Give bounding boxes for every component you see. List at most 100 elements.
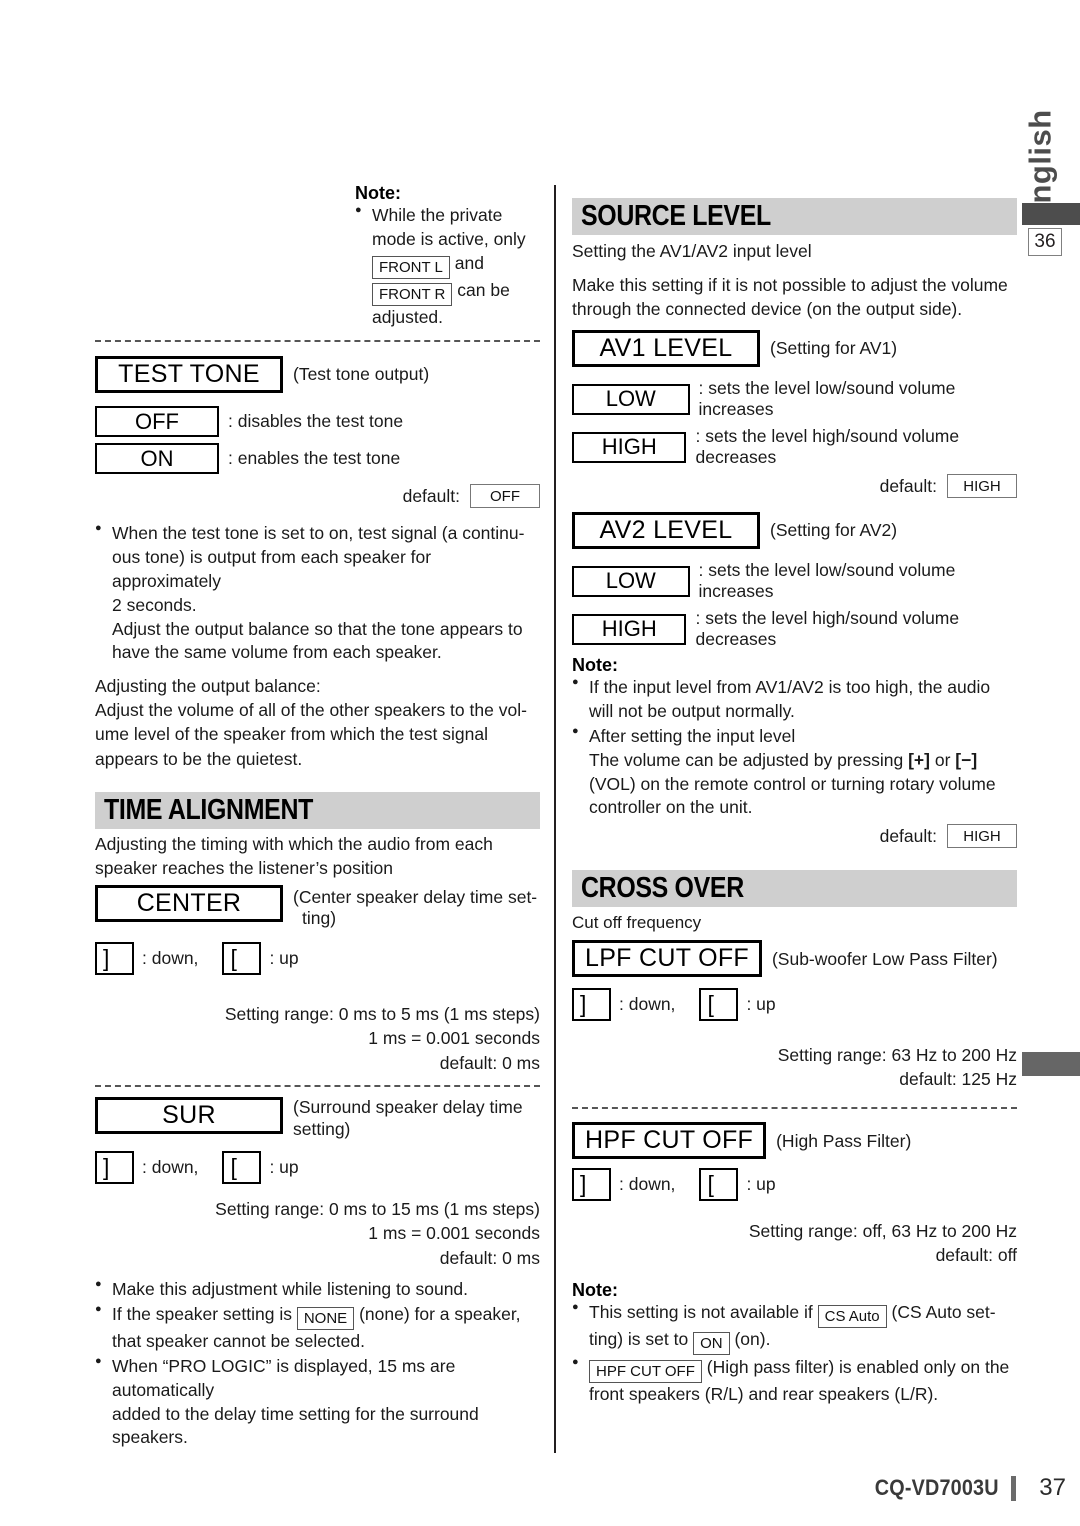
co-note-2-post: (High pass filter) is enabled only on th… (706, 1356, 1010, 1377)
sl-note-2-l1: After setting the input level (589, 726, 796, 747)
low-box[interactable]: LOW (572, 565, 690, 597)
test-tone-default-row: default: OFF (95, 484, 540, 509)
lpf-default: default: 125 Hz (899, 1069, 1017, 1090)
list-item: If the input level from AV1/AV2 is too h… (572, 675, 1017, 724)
sur-row: SUR (Surround speaker delay time setting… (95, 1097, 540, 1140)
divider-dashed-2 (95, 1085, 540, 1088)
divider-dashed-3 (572, 1106, 1017, 1109)
down-button-box[interactable]: ] (95, 1150, 134, 1184)
on-box[interactable]: ON (95, 443, 219, 475)
list-item: After setting the input level The volume… (572, 724, 1017, 820)
sur-box[interactable]: SUR (95, 1097, 283, 1135)
ta-intro-2: speaker reaches the listener’s position (95, 857, 393, 878)
hpf-caption: (High Pass Filter) (776, 1130, 912, 1151)
av1-level-box[interactable]: AV1 LEVEL (572, 330, 760, 368)
up-label: : up (269, 947, 299, 968)
front-r-box: FRONT R (372, 282, 453, 306)
av2-low-row: LOW : sets the level low/sound volume in… (572, 560, 1017, 602)
on-description: : enables the test tone (228, 448, 401, 469)
down-button-box[interactable]: ] (572, 1167, 611, 1201)
center-box[interactable]: CENTER (95, 885, 283, 923)
ta-note-3-l2: added to the delay time setting for the … (112, 1403, 479, 1448)
high-box[interactable]: HIGH (572, 613, 687, 645)
side-marker-bar-gray (1022, 1052, 1080, 1076)
cs-auto-box: CS Auto (817, 1304, 887, 1328)
sl-note-2-l2: The volume can be adjusted by pressing (589, 749, 904, 770)
top-note-block: Note: While the private mode is active, … (95, 0, 540, 329)
sur-updown-row: ] : down, [ : up (95, 1150, 540, 1184)
source-level-title: SOURCE LEVEL (581, 200, 771, 232)
test-tone-caption: (Test tone output) (293, 364, 430, 385)
down-button-box[interactable]: ] (95, 941, 134, 975)
av1-row: AV1 LEVEL (Setting for AV1) (572, 330, 1017, 368)
center-caption-l1: (Center speaker delay time set- (293, 887, 538, 908)
co-note-1-l2-post: (on). (734, 1328, 771, 1349)
test-tone-box[interactable]: TEST TONE (95, 356, 283, 394)
side-marker-bar-dark (1022, 203, 1080, 225)
up-button-box[interactable]: [ (222, 941, 262, 975)
av1-default-row: default: HIGH (572, 474, 1017, 499)
left-column: Note: While the private mode is active, … (95, 0, 540, 1451)
note-line-1: While the private (372, 205, 503, 225)
list-item: Make this adjustment while listening to … (95, 1277, 540, 1302)
list-item: This setting is not available if CS Auto… (572, 1300, 1017, 1355)
sl-desc-2: through the connected device (on the out… (572, 299, 963, 320)
note-heading: Note: (355, 183, 401, 203)
list-item: When the test tone is set to on, test si… (95, 521, 540, 665)
av2-level-box[interactable]: AV2 LEVEL (572, 512, 760, 550)
test-tone-option-on: ON : enables the test tone (95, 443, 540, 475)
cross-over-title: CROSS OVER (581, 872, 744, 905)
center-range: Setting range: 0 ms to 5 ms (1 ms steps) (224, 1003, 540, 1024)
test-tone-notes: When the test tone is set to on, test si… (95, 521, 540, 665)
up-label: : up (746, 1173, 776, 1194)
av1-high-row: HIGH : sets the level high/sound volume … (572, 426, 1017, 468)
balance-line-2: ume level of the speaker from which the … (95, 724, 488, 745)
up-button-box[interactable]: [ (699, 1167, 739, 1201)
sl-note-1-l2: will not be output normally. (589, 701, 795, 722)
list-item: If the speaker setting is NONE (none) fo… (95, 1302, 540, 1354)
on-box: ON (693, 1331, 730, 1355)
note-line-2: mode is active, only (372, 228, 526, 249)
sl-note-or: or (934, 749, 951, 770)
front-l-box: FRONT L (372, 255, 450, 279)
off-box[interactable]: OFF (95, 406, 219, 438)
default-value-box: HIGH (947, 824, 1017, 849)
sur-caption: (Surround speaker delay time setting) (293, 1097, 523, 1140)
tt-note-l4: Adjust the output balance so that the to… (112, 618, 523, 639)
time-alignment-notes: Make this adjustment while listening to … (95, 1277, 540, 1450)
low-description: : sets the level low/sound volume increa… (698, 378, 956, 420)
co-note-1-l2-pre: ting) is set to (589, 1328, 689, 1349)
center-default: default: 0 ms (439, 1052, 540, 1073)
down-label: : down, (142, 947, 199, 968)
lpf-caption: (Sub-woofer Low Pass Filter) (771, 948, 998, 969)
hpf-row: HPF CUT OFF (High Pass Filter) (572, 1121, 1017, 1159)
sl-note-2-l3: (VOL) on the remote control or turning r… (589, 773, 996, 794)
default-value-box: OFF (470, 484, 540, 509)
source-level-header: SOURCE LEVEL (572, 198, 1017, 235)
test-tone-row: TEST TONE (Test tone output) (95, 356, 540, 394)
down-button-box[interactable]: ] (572, 987, 611, 1021)
list-item: HPF CUT OFF (High pass filter) is enable… (572, 1355, 1017, 1407)
ta-intro-1: Adjusting the timing with which the audi… (95, 833, 493, 854)
vol-plus-key: [+] (908, 749, 930, 770)
off-description: : disables the test tone (228, 411, 404, 432)
ta-note-2-pre: If the speaker setting is (112, 1304, 292, 1325)
ta-note-2-post: (none) for a speaker, (359, 1304, 521, 1325)
av2-caption: (Setting for AV2) (770, 520, 898, 541)
co-note-2-l2: front speakers (R/L) and rear speakers (… (589, 1383, 939, 1404)
lpf-cut-off-box[interactable]: LPF CUT OFF (572, 939, 762, 977)
up-button-box[interactable]: [ (699, 987, 739, 1021)
low-box[interactable]: LOW (572, 383, 690, 415)
up-label: : up (746, 993, 776, 1014)
high-box[interactable]: HIGH (572, 431, 687, 463)
vol-minus-key: [−] (955, 749, 978, 770)
up-button-box[interactable]: [ (222, 1150, 262, 1184)
av2-default-row: default: HIGH (572, 824, 1017, 849)
ta-note-2-l2: that speaker cannot be selected. (112, 1331, 365, 1352)
sur-default: default: 0 ms (439, 1247, 540, 1268)
co-note-1-mid: (CS Auto set- (891, 1301, 996, 1322)
list-item: While the private mode is active, only F… (355, 203, 540, 329)
ta-note-3-l1: When “PRO LOGIC” is displayed, 15 ms are… (112, 1355, 456, 1400)
note-heading: Note: (572, 1279, 618, 1300)
hpf-cut-off-box[interactable]: HPF CUT OFF (572, 1121, 767, 1159)
